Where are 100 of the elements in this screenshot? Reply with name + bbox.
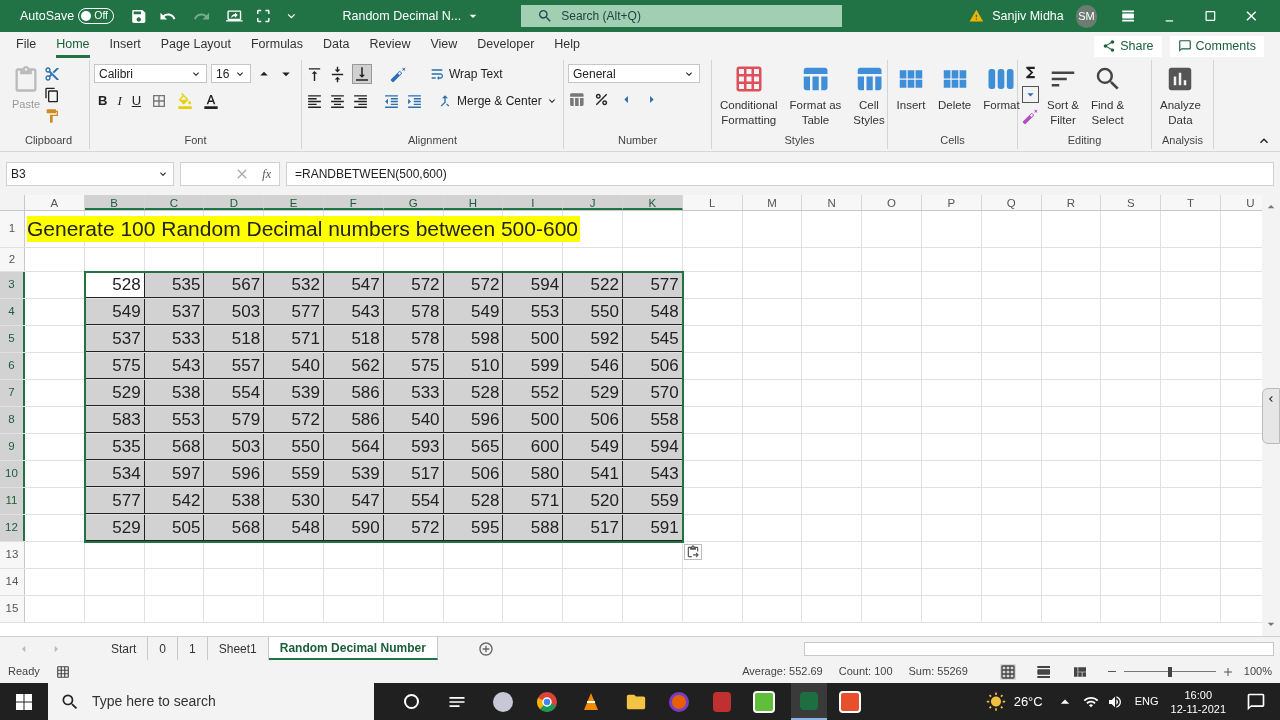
ribbon-tab[interactable]: Page Layout xyxy=(160,34,231,58)
app-icon[interactable] xyxy=(493,691,513,712)
print-preview-icon[interactable] xyxy=(226,7,244,25)
column-header[interactable]: E xyxy=(264,195,324,210)
table-cell[interactable]: 518 xyxy=(324,326,384,352)
user-avatar[interactable]: SM xyxy=(1075,4,1097,28)
table-cell[interactable]: 572 xyxy=(383,515,444,541)
fill-color-icon[interactable] xyxy=(177,92,194,109)
column-header[interactable]: S xyxy=(1101,195,1162,210)
table-cell[interactable]: 588 xyxy=(503,515,564,541)
table-cell[interactable]: 543 xyxy=(324,299,384,325)
table-cell[interactable]: 586 xyxy=(324,407,384,433)
table-cell[interactable]: 539 xyxy=(264,380,324,406)
row-header[interactable]: 15 xyxy=(0,596,25,622)
fx-label[interactable]: fx xyxy=(262,164,271,183)
row-header[interactable]: 4 xyxy=(0,299,25,325)
comments-button[interactable]: Comments xyxy=(1169,35,1264,57)
ribbon-tab[interactable]: View xyxy=(430,34,458,58)
column-header[interactable]: K xyxy=(622,195,683,210)
font-style-button[interactable]: U xyxy=(131,91,142,111)
table-cell[interactable]: 532 xyxy=(264,272,324,298)
table-cell[interactable]: 538 xyxy=(204,488,265,514)
table-cell[interactable]: 545 xyxy=(622,326,683,352)
ribbon-tab[interactable]: Help xyxy=(554,34,581,58)
sheet-tab[interactable]: Random Decimal Number xyxy=(268,637,438,660)
table-cell[interactable]: 517 xyxy=(383,461,444,487)
table-cell[interactable]: 559 xyxy=(622,488,683,514)
column-header[interactable]: M xyxy=(742,195,803,210)
table-cell[interactable]: 533 xyxy=(144,326,205,352)
table-cell[interactable]: 538 xyxy=(144,380,205,406)
table-cell[interactable]: 539 xyxy=(324,461,384,487)
file-name-button[interactable]: Random Decimal N... xyxy=(342,6,482,26)
table-cell[interactable]: 567 xyxy=(204,272,265,298)
styles-button[interactable]: Format as Table xyxy=(785,64,846,128)
cells-button[interactable]: Delete xyxy=(934,64,976,113)
accounting-icon[interactable] xyxy=(568,91,585,108)
side-panel-handle[interactable] xyxy=(1262,387,1280,444)
wrap-text-button[interactable]: Wrap Text xyxy=(429,65,503,83)
table-cell[interactable]: 500 xyxy=(503,326,564,352)
row-header[interactable]: 13 xyxy=(0,542,25,568)
table-cell[interactable]: 586 xyxy=(324,380,384,406)
table-cell[interactable]: 575 xyxy=(383,353,444,379)
table-cell[interactable]: 600 xyxy=(503,434,564,460)
table-cell[interactable]: 591 xyxy=(622,515,683,541)
table-cell[interactable]: 506 xyxy=(563,407,623,433)
share-button[interactable]: Share xyxy=(1094,35,1162,57)
column-header[interactable]: A xyxy=(25,195,85,210)
table-cell[interactable]: 549 xyxy=(84,299,145,325)
align-bottom-icon[interactable] xyxy=(352,64,372,84)
column-header[interactable]: U xyxy=(1220,195,1262,210)
ribbon-tab[interactable]: Data xyxy=(323,34,350,58)
table-cell[interactable]: 541 xyxy=(563,461,623,487)
row-header[interactable]: 12 xyxy=(0,515,25,541)
clock[interactable]: 16:00 12-11-2021 xyxy=(1170,687,1226,716)
app-icon[interactable] xyxy=(839,690,861,713)
column-header[interactable]: G xyxy=(383,195,444,210)
column-header[interactable]: B xyxy=(84,195,145,210)
increase-indent-icon[interactable] xyxy=(406,92,423,110)
font-style-button[interactable]: I xyxy=(117,91,122,111)
row-header[interactable]: 14 xyxy=(0,569,25,595)
number-format-field[interactable]: General xyxy=(568,64,700,83)
table-cell[interactable]: 578 xyxy=(383,326,444,352)
font-color-icon[interactable] xyxy=(203,92,220,109)
table-cell[interactable]: 571 xyxy=(264,326,324,352)
ribbon-tab[interactable]: Home xyxy=(56,34,90,58)
table-cell[interactable]: 546 xyxy=(563,353,623,379)
browser-icon[interactable] xyxy=(537,691,557,712)
cells-button[interactable]: Insert xyxy=(892,64,930,113)
table-cell[interactable]: 564 xyxy=(324,434,384,460)
paste-options-icon[interactable] xyxy=(684,544,702,560)
ribbon-tab[interactable]: Insert xyxy=(109,34,141,58)
align-left-icon[interactable] xyxy=(306,92,323,110)
borders-icon[interactable] xyxy=(151,92,168,109)
cone-icon[interactable] xyxy=(581,691,601,712)
table-cell[interactable]: 537 xyxy=(144,299,205,325)
search-field[interactable]: Search (Alt+Q) xyxy=(521,5,843,27)
table-cell[interactable]: 530 xyxy=(264,488,324,514)
table-cell[interactable]: 550 xyxy=(563,299,623,325)
table-cell[interactable]: 518 xyxy=(204,326,265,352)
editing-button[interactable]: Sort & Filter xyxy=(1043,64,1083,128)
app-icon[interactable] xyxy=(753,690,775,713)
align-right-icon[interactable] xyxy=(352,92,369,110)
table-cell[interactable]: 590 xyxy=(324,515,384,541)
table-cell[interactable]: 549 xyxy=(563,434,623,460)
row-header[interactable]: 10 xyxy=(0,461,25,487)
table-cell[interactable]: 580 xyxy=(503,461,564,487)
table-cell[interactable]: 554 xyxy=(204,380,265,406)
table-cell[interactable]: 529 xyxy=(84,515,145,541)
row-header[interactable]: 9 xyxy=(0,434,25,460)
row-header[interactable]: 11 xyxy=(0,488,25,514)
table-cell[interactable]: 572 xyxy=(264,407,324,433)
normal-view-icon[interactable] xyxy=(999,663,1016,680)
row-header[interactable]: 6 xyxy=(0,353,25,379)
zoom-in-icon[interactable] xyxy=(1223,667,1232,676)
font-style-button[interactable]: B xyxy=(98,91,108,111)
ribbon-display-icon[interactable] xyxy=(1121,8,1136,24)
table-cell[interactable]: 510 xyxy=(443,353,504,379)
table-cell[interactable]: 570 xyxy=(622,380,683,406)
column-header[interactable]: O xyxy=(862,195,922,210)
font-name-field[interactable]: Calibri xyxy=(94,64,207,83)
